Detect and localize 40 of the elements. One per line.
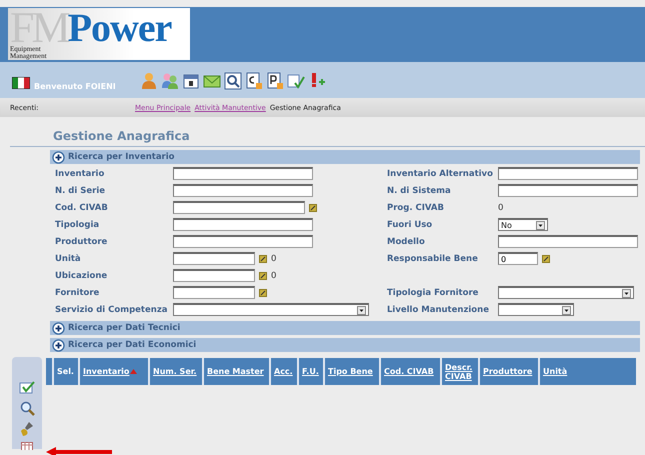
logo-mark: FM [10, 10, 68, 46]
field-label: Servizio di Competenza [55, 304, 168, 314]
section-header[interactable]: Ricerca per Dati Tecnici [50, 321, 640, 335]
column-header[interactable]: Num. Ser. [150, 358, 204, 385]
field-label: Inventario Alternativo [387, 168, 494, 178]
field-label: Prog. CIVAB [387, 202, 445, 212]
field-label: Inventario [55, 168, 106, 178]
column-header[interactable]: Descr. CIVAB [442, 358, 480, 385]
field-label: Tipologia [55, 220, 100, 230]
dropdown[interactable]: No [498, 218, 548, 231]
greeting-text: Benvenuto FOIENI [34, 82, 117, 90]
field-label: Modello [387, 236, 426, 246]
count-text: 0 [271, 270, 276, 280]
section-header[interactable]: Ricerca per Dati Economici [50, 338, 640, 352]
field-label: Tipologia Fornitore [387, 288, 480, 298]
column-header[interactable]: Tipo Bene [325, 358, 381, 385]
column-header[interactable]: Acc. [271, 358, 299, 385]
field-label: Ubicazione [55, 270, 108, 280]
field-label: Responsabile Bene [387, 254, 479, 264]
field-label: Produttore [55, 236, 108, 246]
column-header: Sel. [54, 358, 80, 385]
column-header[interactable]: Bene Master [204, 358, 271, 385]
field-label: N. di Sistema [387, 186, 452, 196]
column-header[interactable]: Cod. CIVAB [381, 358, 442, 385]
field-label: Unità [55, 254, 82, 264]
input-field[interactable]: 0 [498, 252, 538, 265]
logo-name: Power [68, 10, 172, 46]
section-header[interactable]: Ricerca per Inventario [50, 150, 640, 164]
column-header[interactable]: Unità [540, 358, 636, 385]
field-label: Fornitore [55, 288, 100, 298]
column-header[interactable]: Produttore [480, 358, 540, 385]
field-label: Livello Manutenzione [387, 304, 490, 314]
field-value: 0 [498, 202, 504, 212]
field-label: Fuori Uso [387, 220, 434, 230]
page-title: Gestione Anagrafica [53, 129, 191, 143]
column-header[interactable]: F.U. [299, 358, 325, 385]
count-text: 0 [271, 254, 276, 264]
column-header[interactable]: Inventario [80, 358, 150, 385]
field-label: Cod. CIVAB [55, 202, 109, 212]
field-label: N. di Serie [55, 186, 106, 196]
